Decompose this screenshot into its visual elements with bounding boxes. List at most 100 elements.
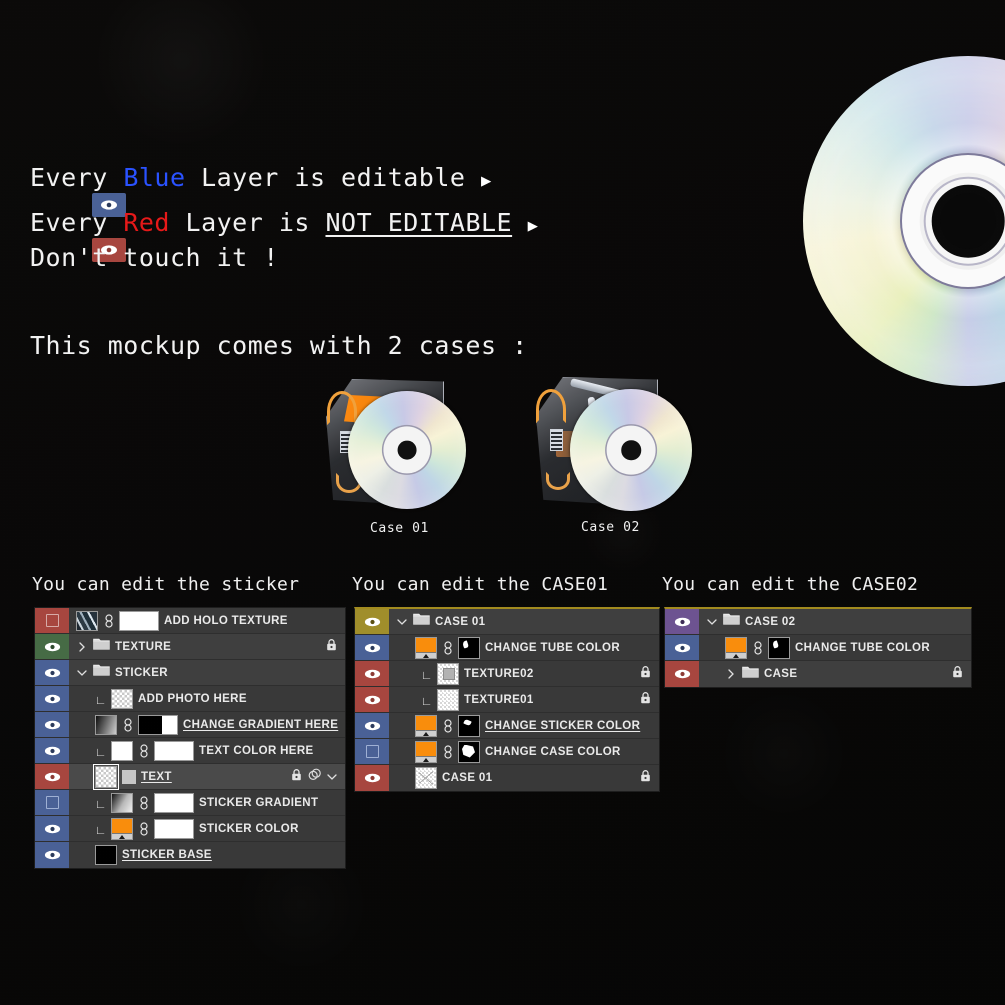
layer-row-body[interactable]: CASE [699, 661, 971, 687]
layer-row[interactable]: STICKER [35, 660, 345, 686]
layer-visibility-toggle[interactable] [35, 608, 69, 633]
layer-name[interactable]: TEXTURE01 [464, 694, 635, 706]
mask-link-icon[interactable] [122, 717, 133, 732]
layer-thumbnail[interactable] [111, 688, 133, 709]
layer-name[interactable]: CASE 02 [745, 616, 971, 628]
layer-row-body[interactable]: CHANGE GRADIENT HERE [69, 712, 345, 737]
layer-lock-icon[interactable] [326, 638, 337, 656]
layer-row-body[interactable]: CASE 01 [389, 609, 659, 634]
layer-lock-icon[interactable] [291, 768, 302, 786]
layer-row[interactable]: CHANGE TUBE COLOR [665, 635, 971, 661]
layer-name[interactable]: TEXT [141, 771, 286, 783]
layer-visibility-toggle[interactable] [35, 712, 69, 737]
layer-row-body[interactable]: ∟ TEXTURE01 [389, 687, 659, 712]
layer-mask-thumbnail[interactable] [458, 740, 480, 763]
layer-row-body[interactable]: ∟ TEXT COLOR HERE [69, 738, 345, 763]
layer-thumbnail[interactable] [437, 662, 459, 685]
layer-row-body[interactable]: ADD HOLO TEXTURE [69, 608, 345, 633]
layer-name[interactable]: STICKER GRADIENT [199, 797, 345, 809]
layer-effects-expand-icon[interactable] [327, 768, 337, 786]
layer-visibility-toggle[interactable] [35, 686, 69, 711]
layers-panel-sticker[interactable]: ADD HOLO TEXTURE TEXTURE STICKER ∟ ADD PHOTO… [34, 607, 346, 869]
layer-name[interactable]: TEXT COLOR HERE [199, 745, 345, 757]
layer-name[interactable]: CHANGE TUBE COLOR [795, 642, 971, 654]
layer-row-body[interactable]: CASE 02 [699, 609, 971, 634]
layer-thumbnail[interactable] [95, 845, 117, 865]
layer-lock-icon[interactable] [640, 665, 651, 683]
layer-row-body[interactable]: CASE 01 [389, 765, 659, 791]
layer-name[interactable]: ADD HOLO TEXTURE [164, 615, 345, 627]
layer-row[interactable]: ∟ TEXT COLOR HERE [35, 738, 345, 764]
layer-row[interactable]: ∟ ADD PHOTO HERE [35, 686, 345, 712]
layer-row[interactable]: CHANGE CASE COLOR [355, 739, 659, 765]
layer-thumbnail[interactable] [415, 767, 437, 789]
layer-thumbnail[interactable] [437, 688, 459, 711]
group-expand-toggle[interactable] [396, 616, 408, 628]
layer-thumbnail[interactable] [111, 792, 133, 813]
group-expand-toggle[interactable] [76, 641, 88, 653]
layer-row[interactable]: ∟ STICKER COLOR [35, 816, 345, 842]
mask-link-icon[interactable] [442, 640, 453, 655]
layer-row-body[interactable]: STICKER BASE [69, 842, 345, 868]
group-expand-toggle[interactable] [725, 668, 737, 680]
layer-row[interactable]: TEXT [35, 763, 345, 790]
layer-visibility-toggle[interactable] [35, 790, 69, 815]
mask-link-icon[interactable] [103, 613, 114, 628]
layer-name[interactable]: TEXTURE02 [464, 668, 635, 680]
layer-thumbnail[interactable] [415, 636, 437, 659]
layer-visibility-toggle[interactable] [355, 765, 389, 791]
layer-name[interactable]: CASE [764, 668, 947, 680]
layer-row[interactable]: ∟ TEXTURE02 [355, 661, 659, 687]
layer-mask-thumbnail[interactable] [154, 818, 194, 839]
layer-row-body[interactable]: ∟ TEXTURE02 [389, 661, 659, 686]
layer-effects-icon[interactable] [308, 768, 321, 786]
layer-visibility-toggle[interactable] [35, 660, 69, 685]
layer-name[interactable]: CASE 01 [435, 616, 659, 628]
layer-row[interactable]: CHANGE STICKER COLOR [355, 713, 659, 739]
layer-visibility-toggle[interactable] [355, 661, 389, 686]
layer-row-body[interactable]: CHANGE STICKER COLOR [389, 713, 659, 738]
layer-thumbnail[interactable] [95, 714, 117, 735]
mask-link-icon[interactable] [138, 821, 149, 836]
layers-panel-case02[interactable]: CASE 02 CHANGE TUBE COLOR CASE [664, 607, 972, 688]
layer-thumbnail[interactable] [415, 740, 437, 763]
layer-visibility-toggle[interactable] [665, 661, 699, 687]
layer-name[interactable]: STICKER COLOR [199, 823, 345, 835]
layer-row-body[interactable]: TEXT [69, 763, 345, 790]
layer-visibility-toggle[interactable] [35, 764, 69, 789]
layer-mask-thumbnail[interactable] [154, 740, 194, 761]
layer-thumbnail[interactable] [76, 610, 98, 631]
layers-panel-case01[interactable]: CASE 01 CHANGE TUBE COLOR ∟ TEXTURE02 ∟ TEXTU… [354, 607, 660, 792]
layer-row[interactable]: CASE [665, 661, 971, 687]
layer-name[interactable]: STICKER BASE [122, 849, 345, 861]
layer-row[interactable]: ∟ STICKER GRADIENT [35, 790, 345, 816]
layer-thumbnail[interactable] [111, 740, 133, 761]
layer-row[interactable]: ∟ TEXTURE01 [355, 687, 659, 713]
layer-row-body[interactable]: CHANGE TUBE COLOR [699, 635, 971, 660]
mask-link-icon[interactable] [442, 744, 453, 759]
group-expand-toggle[interactable] [706, 616, 718, 628]
layer-row[interactable]: CASE 01 [355, 609, 659, 635]
layer-row[interactable]: TEXTURE [35, 634, 345, 660]
layer-name[interactable]: CHANGE TUBE COLOR [485, 642, 659, 654]
layer-row-body[interactable]: ∟ STICKER COLOR [69, 816, 345, 841]
layer-name[interactable]: CHANGE CASE COLOR [485, 746, 659, 758]
layer-thumbnail[interactable] [415, 714, 437, 737]
mask-link-icon[interactable] [138, 795, 149, 810]
layer-thumbnail[interactable] [93, 763, 119, 790]
layer-row-body[interactable]: STICKER [69, 660, 345, 685]
layer-visibility-toggle[interactable] [355, 609, 389, 634]
layer-mask-thumbnail[interactable] [119, 610, 159, 631]
group-expand-toggle[interactable] [76, 667, 88, 679]
layer-lock-icon[interactable] [640, 769, 651, 787]
layer-mask-thumbnail[interactable] [768, 636, 790, 659]
layer-mask-thumbnail[interactable] [458, 636, 480, 659]
layer-row-body[interactable]: CHANGE CASE COLOR [389, 739, 659, 764]
layer-row-body[interactable]: ∟ ADD PHOTO HERE [69, 686, 345, 711]
layer-lock-icon[interactable] [640, 691, 651, 709]
layer-visibility-toggle[interactable] [355, 687, 389, 712]
layer-row[interactable]: CASE 01 [355, 765, 659, 791]
layer-visibility-toggle[interactable] [35, 634, 69, 659]
layer-mask-thumbnail[interactable] [458, 714, 480, 737]
layer-visibility-toggle[interactable] [355, 739, 389, 764]
